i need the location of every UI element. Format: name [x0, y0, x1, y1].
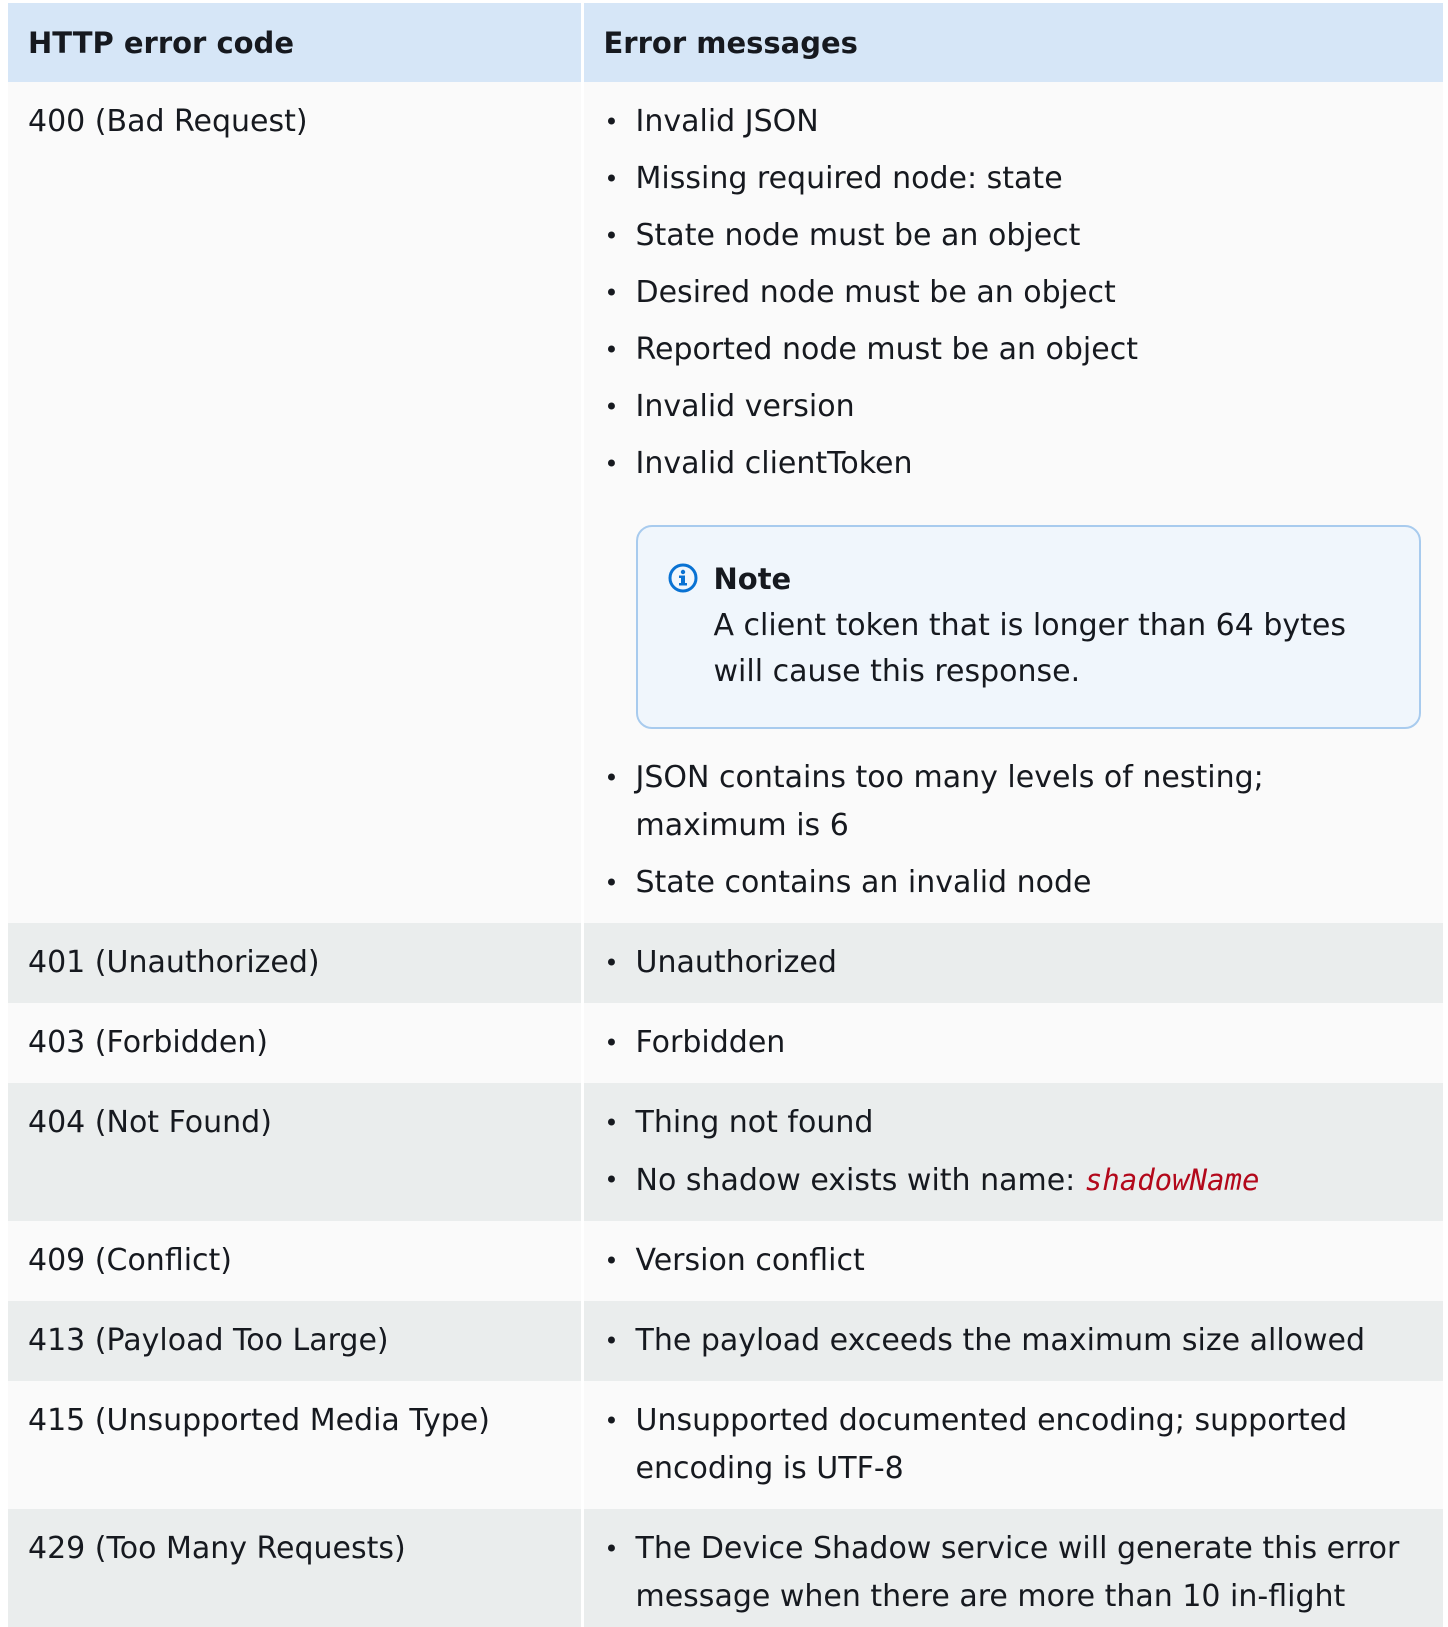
- table-header-row: HTTP error code Error messages: [8, 3, 1443, 82]
- bullet-icon: •: [604, 1166, 619, 1194]
- list-item: • No shadow exists with name: shadowName: [604, 1156, 1422, 1205]
- error-messages-cell: • Unauthorized: [580, 923, 1443, 1003]
- error-messages-cell: • Invalid JSON • Missing required node: st…: [580, 82, 1443, 923]
- table-row-415: 415 (Unsupported Media Type) • Unsupporte…: [8, 1381, 1443, 1509]
- error-messages-cell: • Unsupported documented encoding; suppor…: [580, 1381, 1443, 1509]
- error-code-cell: 429 (Too Many Requests): [8, 1509, 582, 1627]
- messages-list: • Unauthorized: [604, 939, 1422, 987]
- table-row-401: 401 (Unauthorized) • Unauthorized: [8, 923, 1443, 1003]
- list-item: • Unauthorized: [604, 939, 1422, 987]
- error-code-cell: 401 (Unauthorized): [8, 923, 582, 1003]
- bullet-icon: •: [604, 869, 619, 897]
- bullet-icon: •: [604, 165, 619, 193]
- list-item: • Forbidden: [604, 1019, 1422, 1067]
- error-code-cell: 400 (Bad Request): [8, 82, 582, 923]
- error-messages-cell: • Version conflict: [580, 1221, 1443, 1301]
- error-messages-cell: • The payload exceeds the maximum size al…: [580, 1301, 1443, 1381]
- header-error-messages: Error messages: [580, 3, 1443, 82]
- error-code-cell: 409 (Conflict): [8, 1221, 582, 1301]
- messages-list: • Version conflict: [604, 1237, 1422, 1285]
- table-row-404: 404 (Not Found) • Thing not found • No sha…: [8, 1083, 1443, 1221]
- bullet-icon: •: [604, 1109, 619, 1137]
- messages-list: • Invalid JSON • Missing required node: st…: [604, 98, 1422, 907]
- bullet-icon: •: [604, 1535, 619, 1563]
- bullet-icon: •: [604, 393, 619, 421]
- list-item: • The Device Shadow service will generate…: [604, 1525, 1422, 1621]
- list-item: • Reported node must be an object: [604, 326, 1422, 374]
- bullet-icon: •: [604, 222, 619, 250]
- table-row-400: 400 (Bad Request) • Invalid JSON • Missing…: [8, 82, 1443, 923]
- error-code-cell: 415 (Unsupported Media Type): [8, 1381, 582, 1509]
- error-messages-cell: • The Device Shadow service will generate…: [580, 1509, 1443, 1627]
- list-item: • Desired node must be an object: [604, 269, 1422, 317]
- bullet-icon: •: [604, 279, 619, 307]
- error-messages-cell: • Thing not found • No shadow exists with …: [580, 1083, 1443, 1221]
- messages-list: • The Device Shadow service will generate…: [604, 1525, 1422, 1621]
- header-http-error-code: HTTP error code: [8, 3, 582, 82]
- note-callout: Note A client token that is longer than …: [635, 525, 1421, 729]
- page: HTTP error code Error messages 400 (Bad …: [0, 0, 1448, 1627]
- messages-list: • Forbidden: [604, 1019, 1422, 1067]
- list-item: • Invalid version: [604, 383, 1422, 431]
- bullet-icon: •: [604, 336, 619, 364]
- list-item: • State contains an invalid node: [604, 859, 1422, 907]
- bullet-icon: •: [604, 1029, 619, 1057]
- table-row-409: 409 (Conflict) • Version conflict: [8, 1221, 1443, 1301]
- bullet-icon: •: [604, 764, 619, 792]
- table-row-403: 403 (Forbidden) • Forbidden: [8, 1003, 1443, 1083]
- error-code-cell: 403 (Forbidden): [8, 1003, 582, 1083]
- table-row-413: 413 (Payload Too Large) • The payload exc…: [8, 1301, 1443, 1381]
- bullet-icon: •: [604, 949, 619, 977]
- error-codes-table: HTTP error code Error messages 400 (Bad …: [8, 3, 1443, 1627]
- list-item: • Invalid JSON: [604, 98, 1422, 146]
- note-body: A client token that is longer than 64 by…: [713, 608, 1347, 689]
- bullet-icon: •: [604, 1247, 619, 1275]
- note-title: Note: [713, 562, 792, 596]
- error-messages-cell: • Forbidden: [580, 1003, 1443, 1083]
- list-item: • Unsupported documented encoding; suppor…: [604, 1397, 1422, 1493]
- messages-list: • The payload exceeds the maximum size al…: [604, 1317, 1422, 1365]
- info-circle-icon: [668, 563, 697, 593]
- bullet-icon: •: [604, 108, 619, 136]
- error-code-cell: 404 (Not Found): [8, 1083, 582, 1221]
- list-item: • Thing not found: [604, 1099, 1422, 1147]
- list-item: • JSON contains too many levels of nestin…: [604, 754, 1422, 850]
- messages-list: • Unsupported documented encoding; suppor…: [604, 1397, 1422, 1493]
- messages-list: • Thing not found • No shadow exists with …: [604, 1099, 1422, 1205]
- list-item: • Version conflict: [604, 1237, 1422, 1285]
- list-item: • State node must be an object: [604, 212, 1422, 260]
- error-code-cell: 413 (Payload Too Large): [8, 1301, 582, 1381]
- bullet-icon: •: [604, 450, 619, 478]
- list-item: • Missing required node: state: [604, 155, 1422, 203]
- table-row-429: 429 (Too Many Requests) • The Device Shad…: [8, 1509, 1443, 1627]
- bullet-icon: •: [604, 1407, 619, 1435]
- list-item: • The payload exceeds the maximum size al…: [604, 1317, 1422, 1365]
- shadow-name-variable: shadowName: [1084, 1163, 1260, 1197]
- bullet-icon: •: [604, 1327, 619, 1355]
- list-item: • Invalid clientToken Note A client toke…: [604, 440, 1421, 729]
